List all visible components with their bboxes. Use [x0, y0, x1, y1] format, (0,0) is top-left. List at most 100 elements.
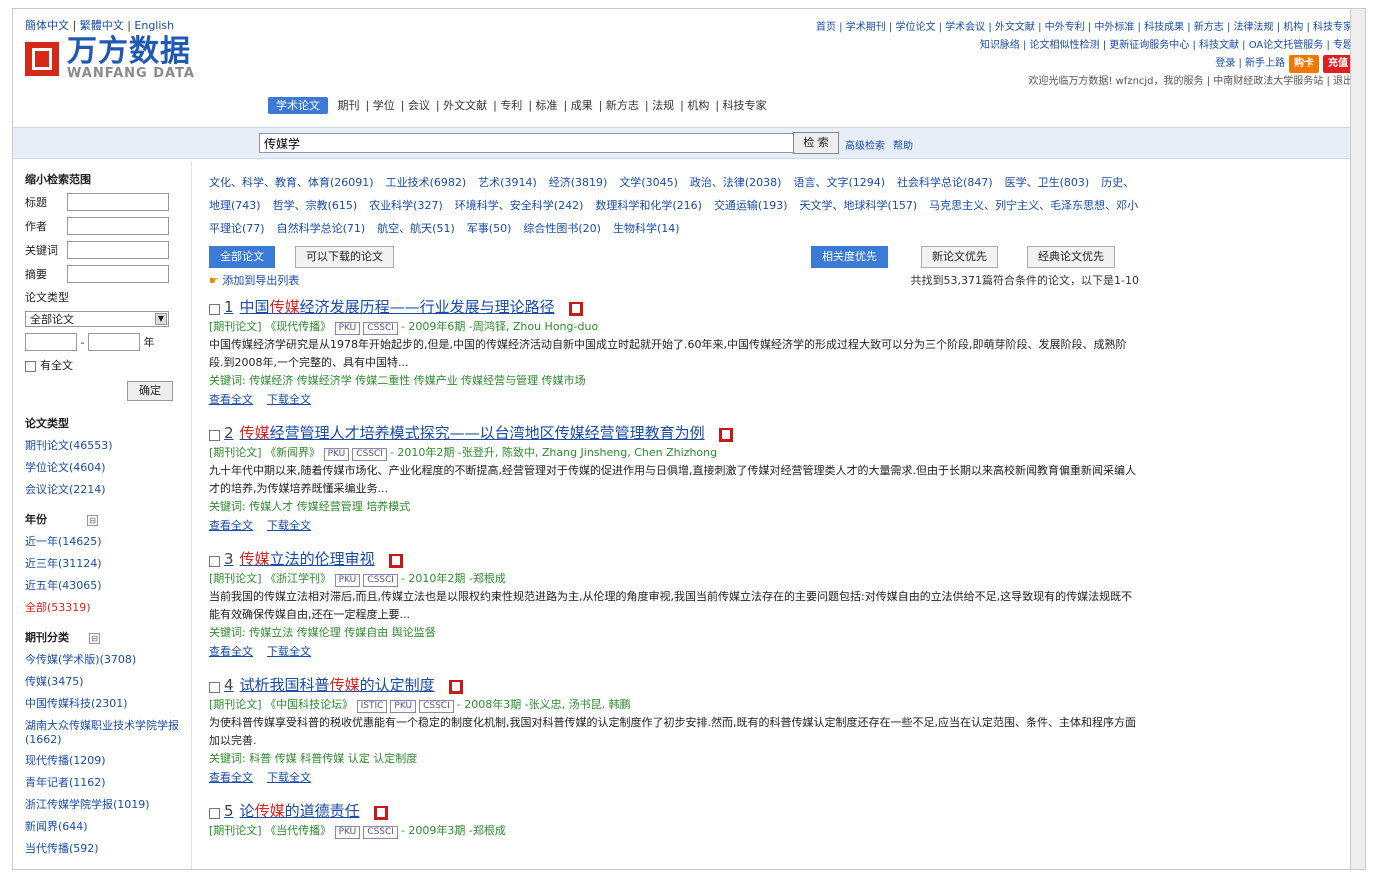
category-link[interactable]: 数理科学和化学(216): [595, 199, 702, 212]
scrollbar[interactable]: [1350, 9, 1365, 869]
result-title[interactable]: 5 论传媒的道德责任: [224, 802, 360, 820]
category-link[interactable]: 医学、卫生(803): [1005, 176, 1090, 189]
lang-english[interactable]: English: [134, 19, 174, 32]
category-link[interactable]: 生物科学(14): [613, 222, 680, 235]
result-title[interactable]: 1 中国传媒经济发展历程——行业发展与理论路径: [224, 298, 555, 316]
tab-all-papers[interactable]: 全部论文: [209, 246, 275, 268]
filter-journal[interactable]: 传媒(3475): [25, 673, 191, 689]
select-checkbox[interactable]: [209, 429, 220, 441]
view-fulltext-link[interactable]: 查看全文: [209, 771, 253, 784]
filter-type[interactable]: 期刊论文(46553): [25, 437, 191, 453]
category-link[interactable]: 农业科学(327): [369, 199, 443, 212]
year-to-field[interactable]: [87, 333, 140, 351]
tab-achievement[interactable]: 成果: [571, 99, 593, 112]
pdf-icon[interactable]: [388, 554, 403, 568]
buy-card-button[interactable]: 购卡: [1289, 55, 1319, 73]
top-nav-links[interactable]: 首页 | 学术期刊 | 学位论文 | 学术会议 | 外文文献 | 中外专利 | …: [816, 22, 1353, 33]
category-link[interactable]: 工业技术(6982): [386, 176, 467, 189]
view-fulltext-link[interactable]: 查看全文: [209, 393, 253, 406]
filter-journal[interactable]: 新闻界(644): [25, 818, 191, 834]
filter-type[interactable]: 学位论文(4604): [25, 459, 191, 475]
tab-foreign[interactable]: 外文文献: [443, 99, 487, 112]
category-link[interactable]: 航空、航天(51): [377, 222, 455, 235]
filter-journal[interactable]: 今传媒(学术版)(3708): [25, 651, 191, 667]
collapse-icon[interactable]: ⊟: [87, 515, 98, 526]
category-link[interactable]: 环境科学、安全科学(242): [455, 199, 584, 212]
filter-journal[interactable]: 当代传播(592): [25, 840, 191, 856]
result-title[interactable]: 2 传媒经营管理人才培养模式探究——以台湾地区传媒经营管理教育为例: [224, 424, 705, 442]
result-title[interactable]: 3 传媒立法的伦理审视: [224, 550, 375, 568]
paper-type-select[interactable]: 全部论文 ▼: [25, 311, 169, 327]
pdf-icon[interactable]: [718, 428, 733, 442]
category-link[interactable]: 军事(50): [467, 222, 512, 235]
service-links[interactable]: 知识脉络 | 论文相似性检测 | 更新征询服务中心 | 科技文献 | OA论文托…: [980, 40, 1353, 51]
abstract-field[interactable]: [67, 265, 169, 283]
title-field[interactable]: [67, 193, 169, 211]
filter-year[interactable]: 近三年(31124): [25, 555, 191, 571]
pdf-icon[interactable]: [568, 302, 583, 316]
pdf-icon[interactable]: [373, 806, 388, 820]
tab-degree[interactable]: 学位: [373, 99, 395, 112]
lang-simplified[interactable]: 簡体中文: [25, 19, 69, 32]
tab-law[interactable]: 法规: [652, 99, 674, 112]
category-link[interactable]: 哲学、宗教(615): [273, 199, 358, 212]
tab-papers[interactable]: 学术论文: [268, 97, 328, 114]
confirm-button[interactable]: 确定: [127, 381, 173, 401]
tab-expert[interactable]: 科技专家: [723, 99, 767, 112]
filter-year[interactable]: 近一年(14625): [25, 533, 191, 549]
view-fulltext-link[interactable]: 查看全文: [209, 645, 253, 658]
category-link[interactable]: 文化、科学、教育、体育(26091): [209, 176, 374, 189]
filter-journal[interactable]: 青年记者(1162): [25, 774, 191, 790]
export-link[interactable]: 添加到导出列表: [222, 274, 299, 287]
result-title[interactable]: 4 试析我国科普传媒的认定制度: [224, 676, 435, 694]
tab-journals[interactable]: 期刊: [338, 99, 360, 112]
category-link[interactable]: 经济(3819): [549, 176, 608, 189]
tab-local-chronicle[interactable]: 新方志: [606, 99, 639, 112]
filter-type[interactable]: 会议论文(2214): [25, 481, 191, 497]
recharge-button[interactable]: 充值: [1323, 55, 1353, 73]
category-link[interactable]: 自然科学总论(71): [277, 222, 366, 235]
search-button[interactable]: 检 索: [793, 132, 839, 154]
download-fulltext-link[interactable]: 下载全文: [267, 771, 311, 784]
filter-journal[interactable]: 中国传媒科技(2301): [25, 695, 191, 711]
search-input[interactable]: [259, 133, 799, 153]
filter-year[interactable]: 近五年(43065): [25, 577, 191, 593]
lang-traditional[interactable]: 繁體中文: [80, 19, 124, 32]
download-fulltext-link[interactable]: 下载全文: [267, 645, 311, 658]
sort-classic[interactable]: 经典论文优先: [1027, 246, 1115, 268]
year-from-field[interactable]: [25, 333, 77, 351]
select-checkbox[interactable]: [209, 303, 220, 315]
view-fulltext-link[interactable]: 查看全文: [209, 519, 253, 532]
pdf-icon[interactable]: [448, 680, 463, 694]
author-field[interactable]: [67, 217, 169, 235]
select-checkbox[interactable]: [209, 555, 220, 567]
help-link[interactable]: 帮助: [893, 141, 913, 152]
filter-journal[interactable]: 现代传播(1209): [25, 752, 191, 768]
filter-year[interactable]: 全部(53319): [25, 599, 191, 615]
category-link[interactable]: 文学(3045): [619, 176, 678, 189]
filter-journal[interactable]: 湖南大众传媒职业技术学院学报(1662): [25, 717, 191, 746]
category-link[interactable]: 天文学、地球科学(157): [800, 199, 918, 212]
select-checkbox[interactable]: [209, 681, 220, 693]
login-links[interactable]: 登录 | 新手上路: [1215, 58, 1285, 69]
category-link[interactable]: 语言、文字(1294): [793, 176, 885, 189]
collapse-icon[interactable]: ⊟: [89, 633, 100, 644]
category-link[interactable]: 艺术(3914): [478, 176, 537, 189]
sort-newest[interactable]: 新论文优先: [921, 246, 998, 268]
keyword-field[interactable]: [67, 241, 169, 259]
tab-standard[interactable]: 标准: [536, 99, 558, 112]
download-fulltext-link[interactable]: 下载全文: [267, 519, 311, 532]
filter-journal[interactable]: 浙江传媒学院学报(1019): [25, 796, 191, 812]
tab-downloadable[interactable]: 可以下载的论文: [295, 246, 394, 268]
category-link[interactable]: 政治、法律(2038): [690, 176, 782, 189]
category-link[interactable]: 综合性图书(20): [523, 222, 601, 235]
logo[interactable]: 万方数据 WANFANG DATA: [25, 37, 195, 81]
category-link[interactable]: 社会科学总论(847): [897, 176, 993, 189]
sort-relevance[interactable]: 相关度优先: [811, 246, 888, 268]
select-checkbox[interactable]: [209, 807, 220, 819]
category-link[interactable]: 交通运输(193): [714, 199, 788, 212]
download-fulltext-link[interactable]: 下载全文: [267, 393, 311, 406]
tab-institution[interactable]: 机构: [687, 99, 709, 112]
advanced-search-link[interactable]: 高级检索: [845, 141, 885, 152]
fulltext-checkbox[interactable]: [25, 360, 36, 372]
